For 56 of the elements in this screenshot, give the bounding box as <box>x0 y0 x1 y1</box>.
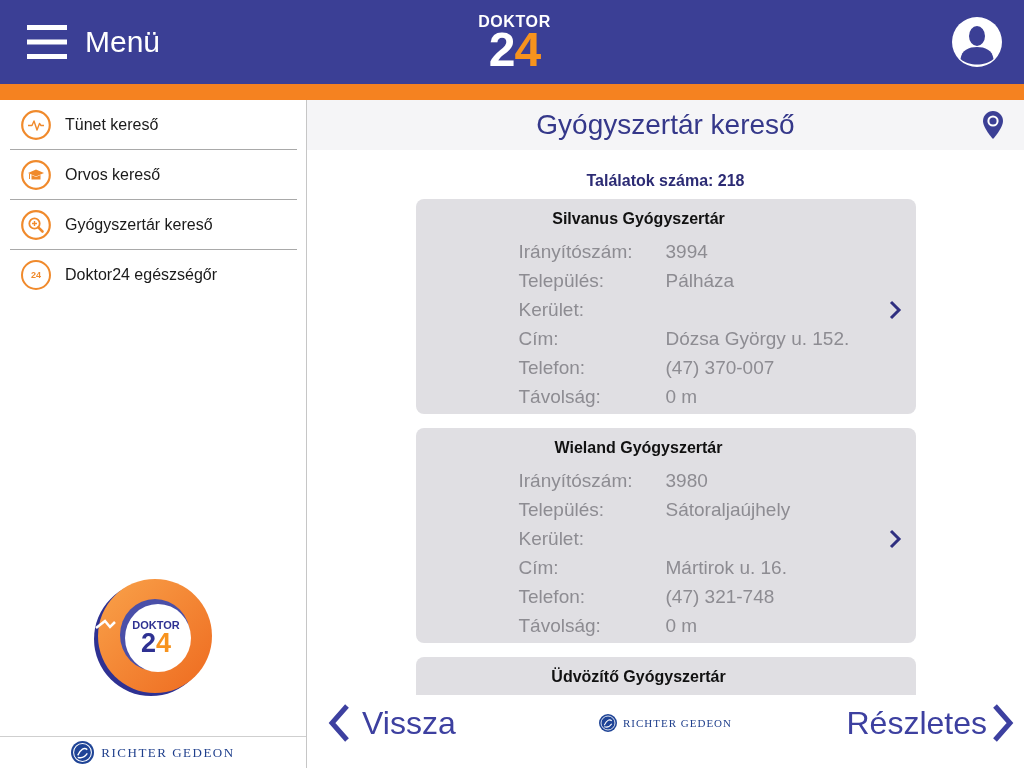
back-button[interactable]: Vissza <box>328 703 456 743</box>
field-label: Kerület: <box>518 527 585 550</box>
field-value: Dózsa György u. 152. <box>665 327 850 350</box>
menu-icon <box>27 25 67 59</box>
field-label: Telefon: <box>518 585 587 608</box>
pharmacy-card[interactable]: Üdvözítő Gyógyszertár <box>415 657 916 695</box>
location-pin-icon[interactable] <box>983 111 1003 139</box>
field-value: 0 m <box>665 385 698 408</box>
details-button[interactable]: Részletes <box>846 703 1014 743</box>
field-label: Irányítószám: <box>518 240 634 263</box>
pharmacy-card[interactable]: Wieland Gyógyszertár Irányítószám: 3980 Település: Sátoraljaújhely Kerület: Cím: Mártirok u. 16. Telefon: (47) 321-748 Távolság: 0 m <box>415 428 916 643</box>
logo-wordmark: DOKTOR <box>132 620 180 631</box>
field-label: Település: <box>518 498 606 521</box>
menu-button[interactable]: Menü <box>27 25 161 59</box>
field-label: Cím: <box>518 327 560 350</box>
pharmacy-name: Wieland Gyógyszertár <box>553 438 724 458</box>
chevron-left-icon <box>328 703 350 743</box>
field-label: Település: <box>518 269 606 292</box>
brand-name: RICHTER GEDEON <box>101 744 235 761</box>
emblem-icon <box>71 741 95 764</box>
field-label: Távolság: <box>518 614 602 637</box>
field-value: 3994 <box>665 240 708 263</box>
field-label: Távolság: <box>518 385 602 408</box>
field-value: 3980 <box>665 469 708 492</box>
pharmacy-name: Silvanus Gyógyszertár <box>551 209 726 229</box>
page-title: Gyógyszertár kereső <box>536 109 795 141</box>
field-value: (47) 370-007 <box>665 356 775 379</box>
brand-name: RICHTER GEDEON <box>623 717 732 729</box>
chevron-right-icon <box>887 300 902 320</box>
sidebar-item[interactable]: Orvos kereső <box>10 150 297 200</box>
logo-wordmark: DOKTOR <box>478 14 551 30</box>
result-count: Találatok száma: 218 <box>586 171 745 191</box>
field-label: Telefon: <box>518 356 587 379</box>
pharmacy-name: Üdvözítő Gyógyszertár <box>550 667 727 687</box>
field-label: Cím: <box>518 556 560 579</box>
sidebar-item[interactable]: 24 Doktor24 egészségőr <box>10 250 297 300</box>
pharmacy-card[interactable]: Silvanus Gyógyszertár Irányítószám: 3994 Település: Pálháza Kerület: Cím: Dózsa György u. 152. Telefon: (47) 370-007 Távolság: 0 m <box>415 199 916 414</box>
field-value: 0 m <box>665 614 698 637</box>
logo-number: 24 <box>488 30 541 70</box>
sidebar-item[interactable]: Gyógyszertár kereső <box>10 200 297 250</box>
field-value: (47) 321-748 <box>665 585 775 608</box>
field-value: Pálháza <box>665 269 735 292</box>
pulse-icon <box>21 109 51 140</box>
field-value: Sátoraljaújhely <box>665 498 791 521</box>
sidebar-item[interactable]: Tünet kereső <box>10 100 297 150</box>
chevron-right-icon <box>887 529 902 549</box>
field-label: Irányítószám: <box>518 469 634 492</box>
field-value: Mártirok u. 16. <box>665 556 787 579</box>
chevron-right-icon <box>992 703 1014 743</box>
graduation-cap-icon <box>21 159 51 190</box>
logo-number: 24 <box>140 631 172 655</box>
avatar-icon[interactable] <box>952 17 1002 67</box>
field-label: Kerület: <box>518 298 585 321</box>
number-badge: 24 <box>21 260 51 290</box>
emblem-icon <box>599 714 617 732</box>
search-icon <box>21 209 51 240</box>
